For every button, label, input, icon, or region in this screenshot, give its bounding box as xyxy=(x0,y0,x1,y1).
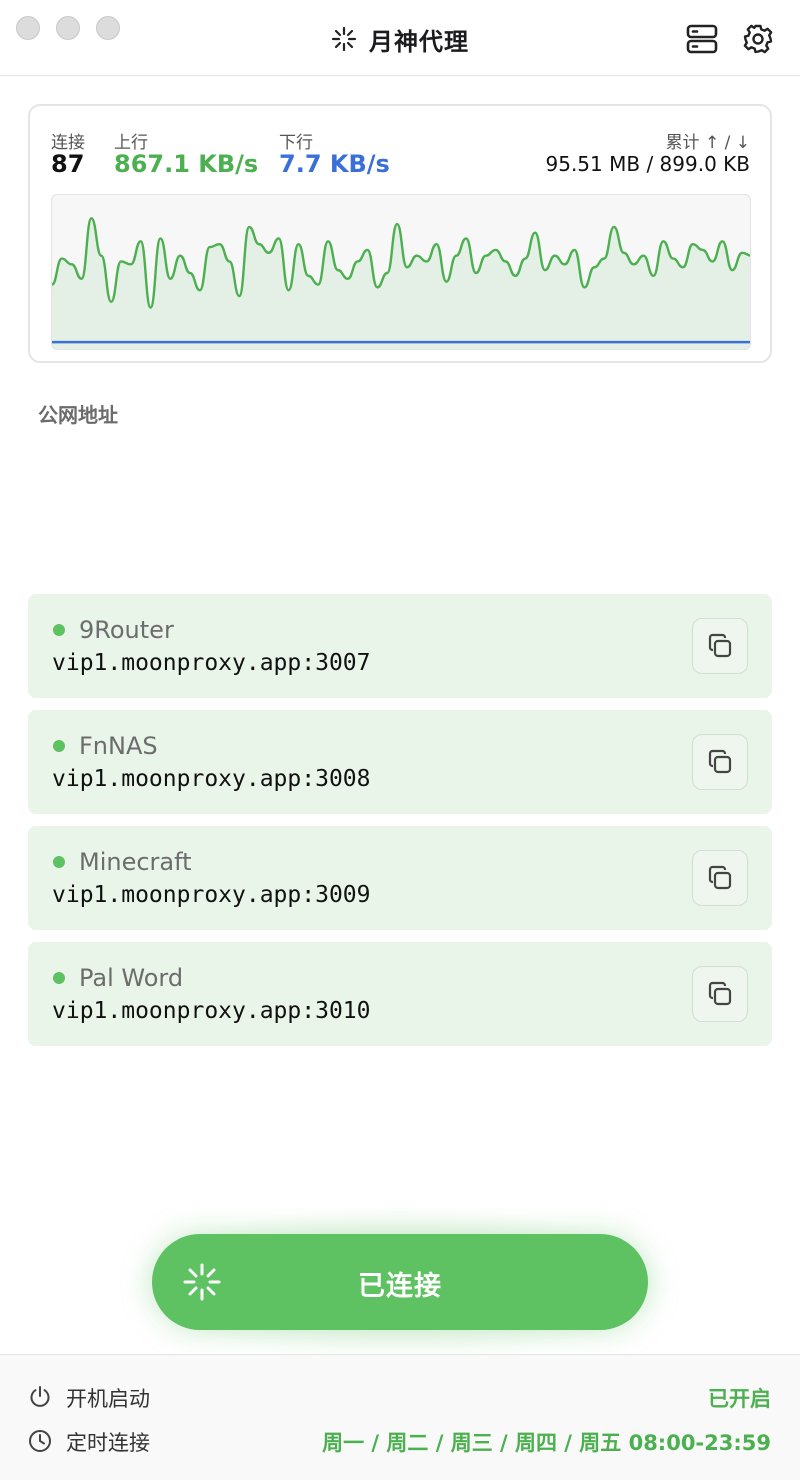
app-title: 月神代理 xyxy=(369,27,469,56)
connect-status-label: 已连接 xyxy=(358,1271,442,1302)
sparkle-icon xyxy=(331,26,357,52)
service-address: vip1.moonproxy.app:3009 xyxy=(52,882,371,908)
title-bar: 月神代理 xyxy=(0,0,800,76)
server-icon xyxy=(686,24,718,54)
copy-address-button[interactable] xyxy=(692,734,748,790)
power-icon xyxy=(30,1386,50,1407)
service-row: Minecraft vip1.moonproxy.app:3009 xyxy=(28,826,772,930)
connect-toggle-button[interactable]: 已连接 xyxy=(152,1234,648,1330)
service-address: vip1.moonproxy.app:3007 xyxy=(52,650,371,676)
traffic-chart xyxy=(51,194,751,350)
copy-icon xyxy=(708,633,732,658)
status-online-dot xyxy=(53,624,65,636)
public-address-title: 公网地址 xyxy=(38,403,118,427)
server-list-button[interactable] xyxy=(685,22,719,56)
app-title-group: 月神代理 xyxy=(0,20,800,58)
upload-speed: 867.1 KB/s xyxy=(114,150,259,178)
autostart-status[interactable]: 已开启 xyxy=(708,1383,771,1413)
status-online-dot xyxy=(53,856,65,868)
schedule-label: 定时连接 xyxy=(66,1431,150,1455)
gear-icon xyxy=(743,24,773,54)
clock-icon xyxy=(29,1430,51,1452)
connections-value: 87 xyxy=(51,150,85,178)
app-window: 月神代理 连接 87 上行 867.1 KB/s 下行 7.7 KB/s 累计 … xyxy=(0,0,800,1480)
autostart-label: 开机启动 xyxy=(66,1387,150,1411)
download-speed: 7.7 KB/s xyxy=(279,150,390,178)
service-address: vip1.moonproxy.app:3010 xyxy=(52,998,371,1024)
status-online-dot xyxy=(53,740,65,752)
total-traffic-label: 累计 ↑ / ↓ xyxy=(665,133,750,153)
schedule-value[interactable]: 周一 / 周二 / 周三 / 周四 / 周五 08:00-23:59 xyxy=(322,1427,771,1457)
copy-icon xyxy=(708,749,732,774)
service-name: FnNAS xyxy=(79,732,158,760)
status-online-dot xyxy=(53,972,65,984)
service-name: 9Router xyxy=(79,616,174,644)
footer-settings: 开机启动 已开启 定时连接 周一 / 周二 / 周三 / 周四 / 周五 08:… xyxy=(0,1354,800,1480)
traffic-stats-card: 连接 87 上行 867.1 KB/s 下行 7.7 KB/s 累计 ↑ / ↓… xyxy=(28,104,772,363)
copy-icon xyxy=(708,865,732,890)
service-address: vip1.moonproxy.app:3008 xyxy=(52,766,371,792)
settings-button[interactable] xyxy=(741,22,775,56)
service-row: FnNAS vip1.moonproxy.app:3008 xyxy=(28,710,772,814)
copy-address-button[interactable] xyxy=(692,966,748,1022)
service-row: 9Router vip1.moonproxy.app:3007 xyxy=(28,594,772,698)
service-row: Pal Word vip1.moonproxy.app:3010 xyxy=(28,942,772,1046)
total-traffic-value: 95.51 MB / 899.0 KB xyxy=(545,152,751,176)
copy-address-button[interactable] xyxy=(692,618,748,674)
copy-icon xyxy=(708,981,732,1006)
copy-address-button[interactable] xyxy=(692,850,748,906)
traffic-chart-svg xyxy=(52,217,750,349)
service-name: Pal Word xyxy=(79,964,184,992)
service-name: Minecraft xyxy=(79,848,192,876)
